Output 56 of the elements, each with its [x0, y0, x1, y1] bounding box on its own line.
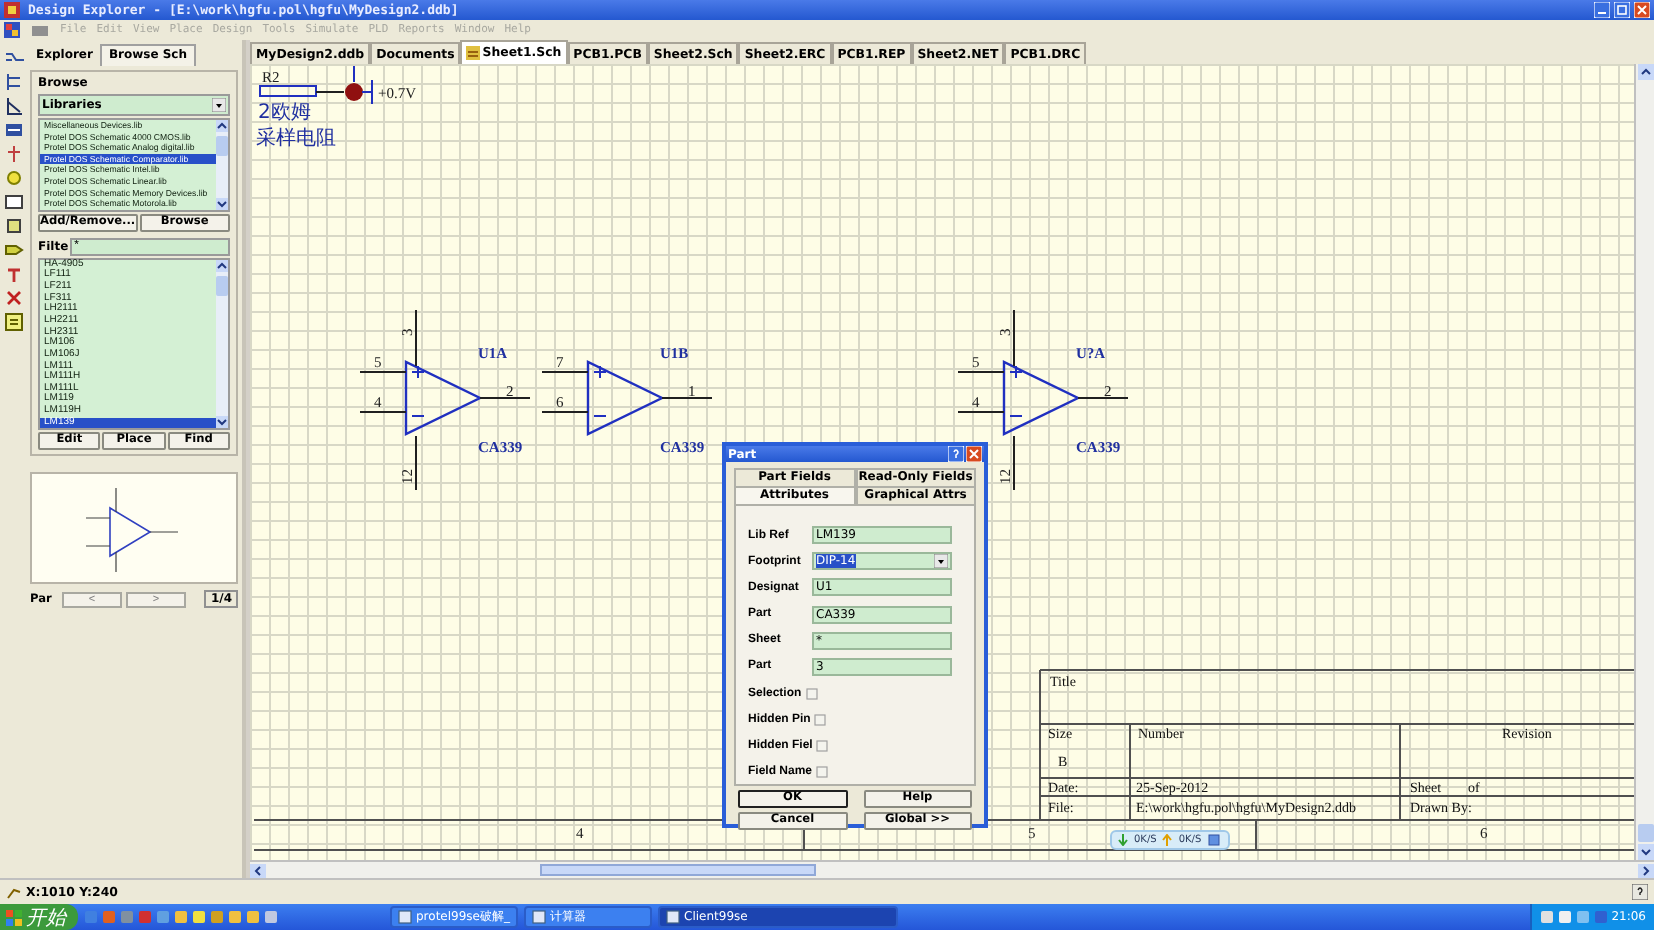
app-icon	[4, 2, 20, 18]
diagonal-line-icon[interactable]	[3, 96, 23, 116]
resistor-drawing	[259, 85, 317, 97]
window-icon	[398, 910, 412, 924]
caret-icon[interactable]	[934, 554, 948, 569]
scroll-thumb[interactable]	[216, 136, 228, 156]
scroll-thumb[interactable]	[1637, 824, 1653, 842]
wire-line	[315, 91, 345, 93]
windows-logo-icon	[6, 909, 22, 925]
right-arrow-icon[interactable]	[1638, 863, 1654, 877]
scrollbar[interactable]	[250, 860, 1654, 878]
power-port-symbol	[361, 79, 373, 105]
checkbox[interactable]	[816, 740, 829, 752]
checkbox[interactable]	[814, 713, 827, 726]
window-icon	[666, 910, 680, 924]
close-icon[interactable]	[966, 446, 982, 462]
start-button[interactable]: 开始	[0, 904, 78, 930]
help-icon[interactable]	[1632, 884, 1648, 900]
down-arrow-icon[interactable]	[1637, 844, 1653, 860]
note-text: 采样电阻	[256, 128, 336, 150]
down-arrow-icon[interactable]	[216, 197, 228, 210]
down-arrow-icon	[1118, 834, 1128, 846]
left-arrow-icon[interactable]	[250, 863, 266, 877]
close-icon[interactable]	[1634, 2, 1650, 18]
scrollbar[interactable]	[1634, 64, 1654, 860]
square-icon[interactable]	[3, 216, 23, 236]
checkbox[interactable]	[805, 687, 818, 700]
cursor-icon	[6, 885, 22, 899]
scrollbar[interactable]	[216, 259, 228, 429]
scrollbar[interactable]	[216, 120, 228, 210]
junction-dot	[345, 83, 363, 101]
window-icon[interactable]	[1207, 834, 1220, 846]
cross-icon[interactable]	[3, 288, 23, 308]
scroll-thumb[interactable]	[540, 864, 816, 876]
document-icon[interactable]	[30, 23, 50, 37]
caret-icon[interactable]	[212, 98, 226, 112]
up-arrow-icon[interactable]	[1637, 64, 1653, 80]
note-icon[interactable]	[3, 312, 23, 332]
sheet-icon	[466, 46, 481, 60]
app-icon[interactable]	[4, 22, 20, 38]
minimize-icon[interactable]	[1594, 2, 1610, 18]
checkbox[interactable]	[816, 766, 829, 779]
value-label: 2欧姆	[258, 102, 311, 124]
scroll-thumb[interactable]	[216, 275, 228, 296]
wire-line	[353, 65, 355, 83]
down-arrow-icon[interactable]	[216, 416, 228, 429]
rectangle-icon[interactable]	[3, 192, 23, 212]
up-arrow-icon[interactable]	[216, 120, 228, 132]
window-icon	[532, 910, 546, 924]
maximize-icon[interactable]	[1614, 2, 1630, 18]
pin-line	[1013, 435, 1015, 491]
up-arrow-icon	[1162, 834, 1173, 846]
bracket-line-icon[interactable]	[3, 72, 23, 92]
up-arrow-icon[interactable]	[216, 259, 228, 272]
arrow-tag-icon[interactable]	[3, 240, 23, 260]
pin-line	[415, 435, 417, 491]
